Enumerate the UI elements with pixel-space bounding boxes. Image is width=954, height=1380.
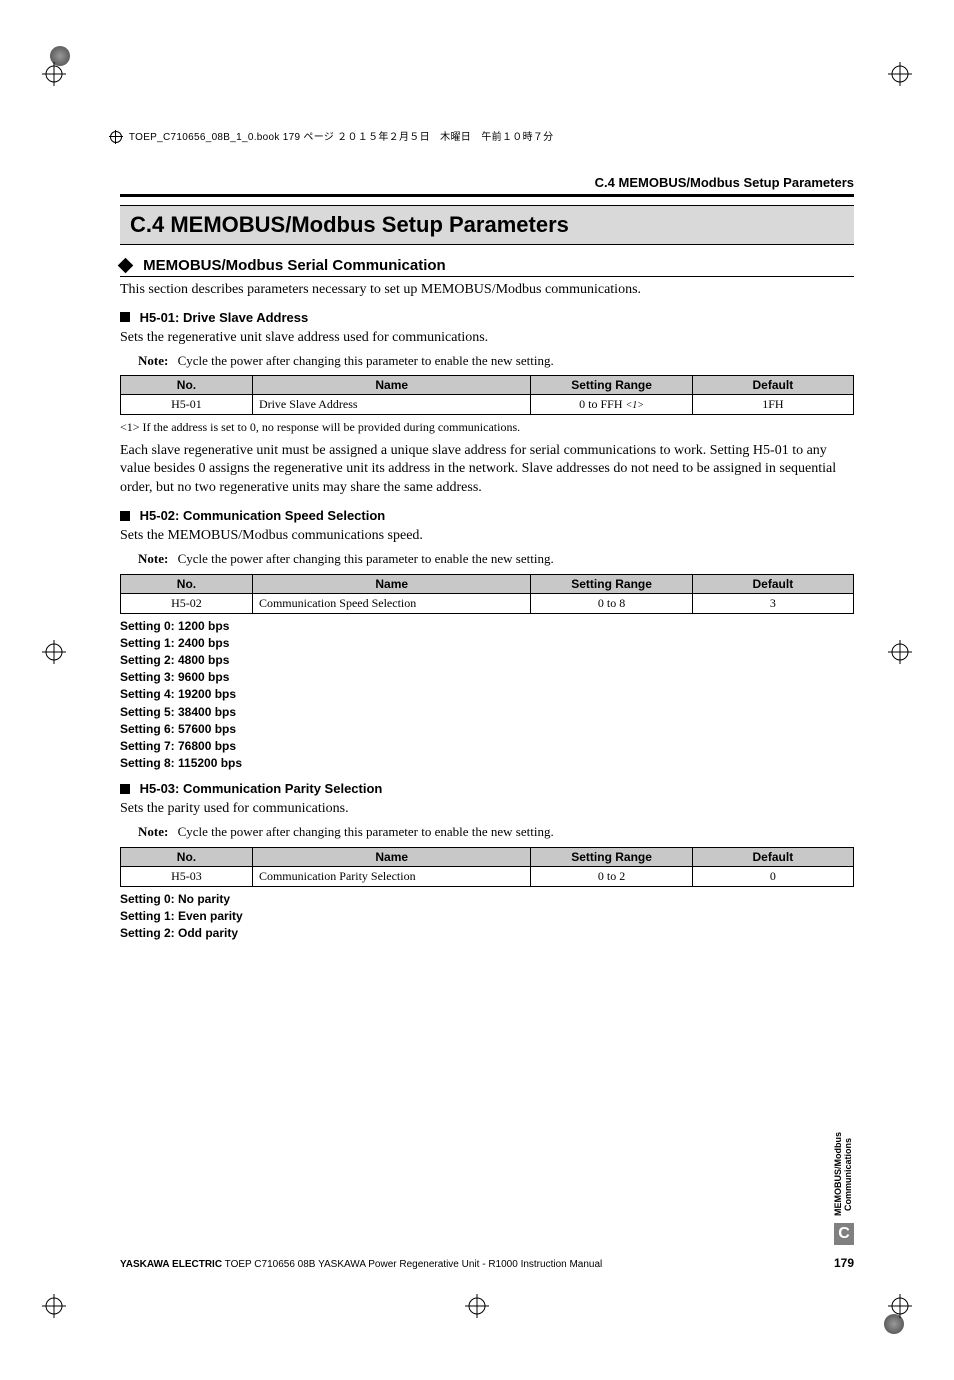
th-name: Name [252, 847, 531, 866]
th-default: Default [692, 574, 853, 593]
side-tab-line2: Communications [843, 1138, 853, 1211]
diamond-icon [118, 257, 134, 273]
note-label: Note: [138, 353, 168, 368]
cell-no: H5-02 [121, 593, 253, 613]
crop-header: TOEP_C710656_08B_1_0.book 179 ページ ２０１５年２… [110, 128, 554, 143]
h5-03-note-text: Cycle the power after changing this para… [178, 824, 554, 839]
subheading-h5-03: H5-03: Communication Parity Selection [120, 781, 854, 796]
setting-item: Setting 0: 1200 bps [120, 618, 854, 634]
h5-02-heading: H5-02: Communication Speed Selection [140, 508, 386, 523]
th-range: Setting Range [531, 847, 692, 866]
h5-03-heading: H5-03: Communication Parity Selection [140, 781, 383, 796]
crop-mark-icon [42, 62, 66, 86]
side-tab-letter: C [834, 1223, 854, 1245]
h5-01-desc: Sets the regenerative unit slave address… [120, 329, 854, 348]
h5-02-desc: Sets the MEMOBUS/Modbus communications s… [120, 527, 854, 546]
cell-name: Communication Parity Selection [252, 866, 531, 886]
page-number: 179 [834, 1256, 854, 1270]
table-row: H5-02 Communication Speed Selection 0 to… [121, 593, 854, 613]
cell-no: H5-03 [121, 866, 253, 886]
subheading-h5-01: H5-01: Drive Slave Address [120, 310, 854, 325]
setting-item: Setting 5: 38400 bps [120, 704, 854, 720]
footer-doc: TOEP C710656 08B YASKAWA Power Regenerat… [222, 1259, 602, 1270]
table-h5-02: No. Name Setting Range Default H5-02 Com… [120, 574, 854, 614]
subheading-serial-text: MEMOBUS/Modbus Serial Communication [143, 257, 446, 274]
section-title: C.4 MEMOBUS/Modbus Setup Parameters [120, 205, 854, 245]
table-header-row: No. Name Setting Range Default [121, 847, 854, 866]
table-row: H5-03 Communication Parity Selection 0 t… [121, 866, 854, 886]
crop-header-text: TOEP_C710656_08B_1_0.book 179 ページ ２０１５年２… [129, 132, 554, 143]
table-header-row: No. Name Setting Range Default [121, 574, 854, 593]
setting-item: Setting 8: 115200 bps [120, 755, 854, 771]
cell-name: Communication Speed Selection [252, 593, 531, 613]
th-no: No. [121, 847, 253, 866]
note-label: Note: [138, 551, 168, 566]
setting-item: Setting 0: No parity [120, 891, 854, 907]
side-tab: MEMOBUS/Modbus Communications C [834, 1132, 854, 1245]
intro-text: This section describes parameters necess… [120, 281, 854, 300]
crop-mark-icon [465, 1294, 489, 1318]
th-name: Name [252, 376, 531, 395]
square-icon [120, 312, 130, 322]
h5-02-note: Note: Cycle the power after changing thi… [138, 550, 854, 568]
h5-01-note: Note: Cycle the power after changing thi… [138, 352, 854, 370]
table-h5-03: No. Name Setting Range Default H5-03 Com… [120, 847, 854, 887]
cell-default: 1FH [692, 395, 853, 415]
table-h5-01: No. Name Setting Range Default H5-01 Dri… [120, 375, 854, 415]
h5-02-note-text: Cycle the power after changing this para… [178, 551, 554, 566]
book-icon [110, 131, 122, 143]
th-default: Default [692, 376, 853, 395]
cell-name: Drive Slave Address [252, 395, 531, 415]
h5-01-note-text: Cycle the power after changing this para… [178, 353, 554, 368]
th-default: Default [692, 847, 853, 866]
running-head: C.4 MEMOBUS/Modbus Setup Parameters [120, 175, 854, 190]
crop-mark-icon [888, 1294, 912, 1318]
cell-range-ref: <1> [626, 400, 645, 411]
cell-default: 0 [692, 866, 853, 886]
setting-item: Setting 2: Odd parity [120, 925, 854, 941]
subheading-h5-02: H5-02: Communication Speed Selection [120, 508, 854, 523]
th-no: No. [121, 376, 253, 395]
cell-range-val: 0 to FFH [579, 397, 622, 411]
cell-range: 0 to 8 [531, 593, 692, 613]
th-no: No. [121, 574, 253, 593]
setting-item: Setting 6: 57600 bps [120, 721, 854, 737]
side-tab-line1: MEMOBUS/Modbus [833, 1132, 843, 1216]
th-name: Name [252, 574, 531, 593]
footer-left: YASKAWA ELECTRIC TOEP C710656 08B YASKAW… [120, 1259, 602, 1270]
cell-no: H5-01 [121, 395, 253, 415]
side-tab-label: MEMOBUS/Modbus Communications [834, 1132, 854, 1216]
setting-item: Setting 1: Even parity [120, 908, 854, 924]
h5-01-para: Each slave regenerative unit must be ass… [120, 442, 854, 499]
subheading-serial: MEMOBUS/Modbus Serial Communication [120, 257, 854, 277]
crop-mark-icon [888, 640, 912, 664]
cell-range: 0 to FFH <1> [531, 395, 692, 415]
page-footer: YASKAWA ELECTRIC TOEP C710656 08B YASKAW… [120, 1256, 854, 1270]
cell-default: 3 [692, 593, 853, 613]
h5-01-footnote: <1> If the address is set to 0, no respo… [120, 419, 854, 435]
footer-brand: YASKAWA ELECTRIC [120, 1259, 222, 1270]
note-label: Note: [138, 824, 168, 839]
h5-01-heading: H5-01: Drive Slave Address [140, 310, 309, 325]
h5-03-settings: Setting 0: No parity Setting 1: Even par… [120, 891, 854, 942]
setting-item: Setting 3: 9600 bps [120, 669, 854, 685]
setting-item: Setting 4: 19200 bps [120, 686, 854, 702]
table-header-row: No. Name Setting Range Default [121, 376, 854, 395]
square-icon [120, 784, 130, 794]
crop-mark-icon [42, 1294, 66, 1318]
setting-item: Setting 1: 2400 bps [120, 635, 854, 651]
h5-02-settings: Setting 0: 1200 bps Setting 1: 2400 bps … [120, 618, 854, 772]
setting-item: Setting 7: 76800 bps [120, 738, 854, 754]
crop-mark-icon [42, 640, 66, 664]
th-range: Setting Range [531, 376, 692, 395]
setting-item: Setting 2: 4800 bps [120, 652, 854, 668]
h5-03-note: Note: Cycle the power after changing thi… [138, 823, 854, 841]
square-icon [120, 511, 130, 521]
th-range: Setting Range [531, 574, 692, 593]
cell-range: 0 to 2 [531, 866, 692, 886]
table-row: H5-01 Drive Slave Address 0 to FFH <1> 1… [121, 395, 854, 415]
rule-top [120, 194, 854, 197]
crop-mark-icon [888, 62, 912, 86]
h5-03-desc: Sets the parity used for communications. [120, 800, 854, 819]
